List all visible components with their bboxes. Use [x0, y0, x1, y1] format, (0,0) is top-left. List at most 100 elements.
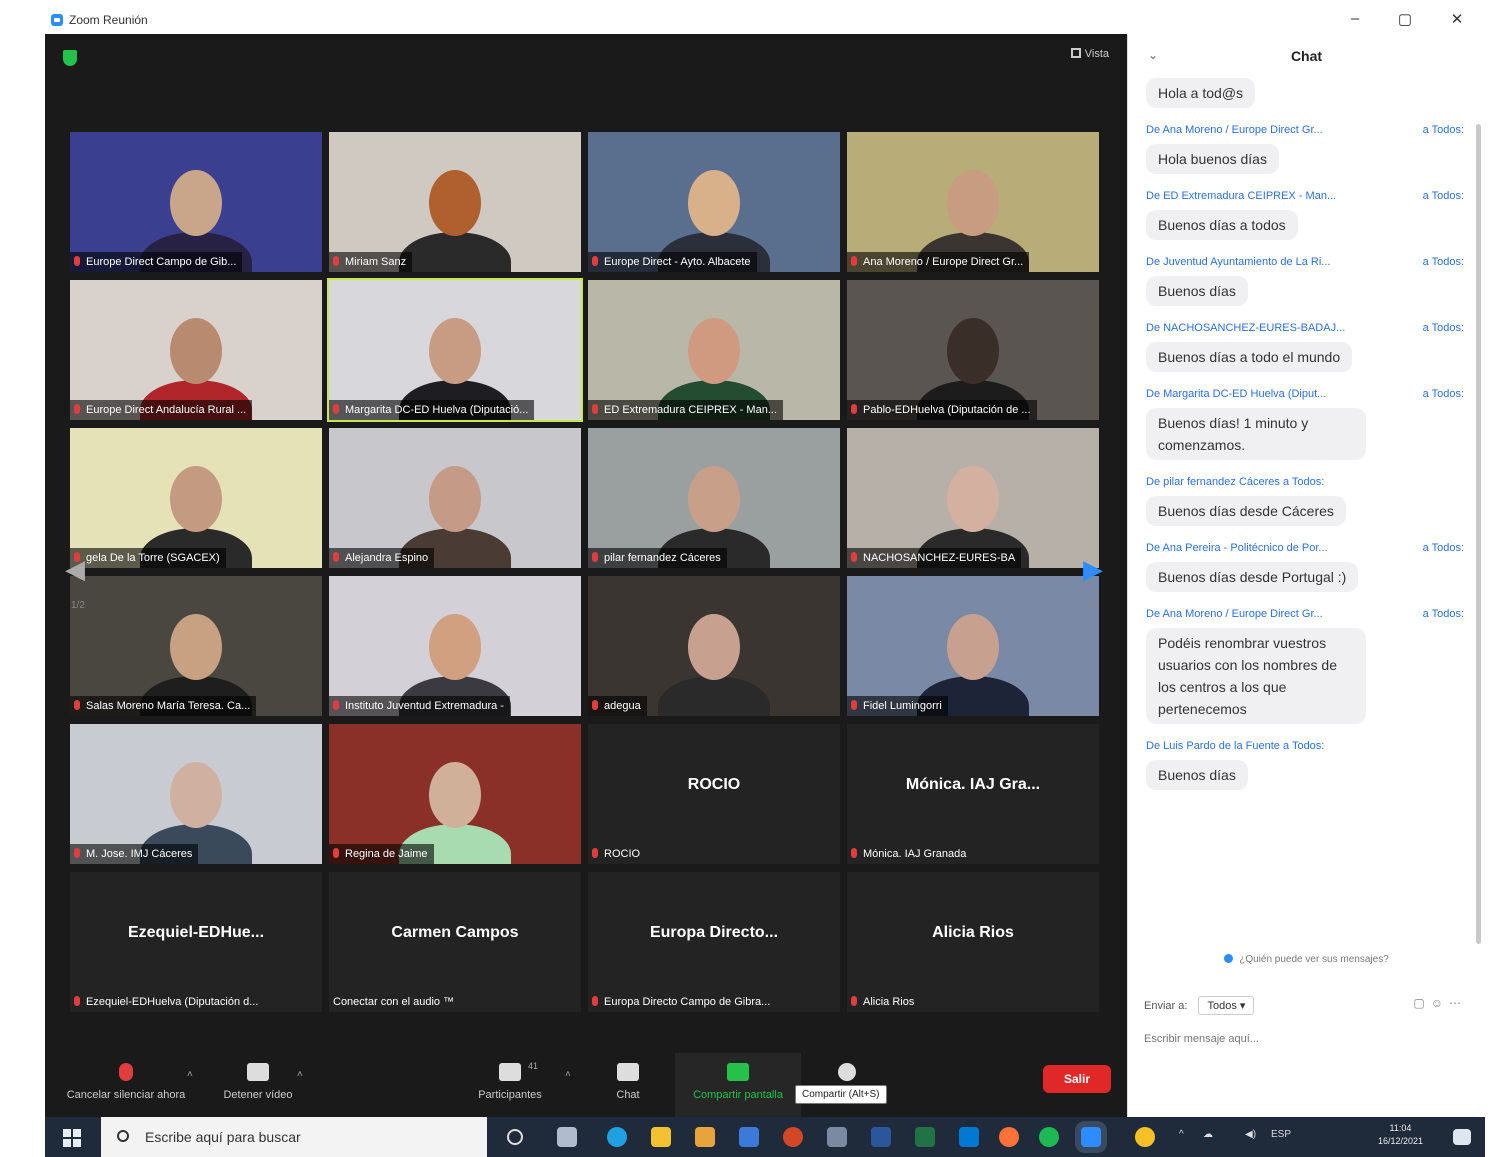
participant-tile[interactable]: Ana Moreno / Europe Direct Gr...: [847, 132, 1099, 272]
participant-tile[interactable]: Europe Direct Andalucía Rural ...: [70, 280, 322, 420]
file-explorer-icon[interactable]: [651, 1127, 671, 1147]
participant-video: [847, 280, 1099, 420]
chat-message-sender[interactable]: De Juventud Ayuntamiento de La Ri... a To…: [1146, 256, 1464, 268]
participant-tile[interactable]: Mónica. IAJ Gra... Mónica. IAJ Granada: [847, 724, 1099, 864]
security-shield-icon[interactable]: [63, 50, 77, 66]
participant-tile[interactable]: Europe Direct Campo de Gib...: [70, 132, 322, 272]
participant-tile[interactable]: Margarita DC-ED Huelva (Diputació...: [327, 278, 583, 422]
participant-tile[interactable]: ED Extremadura CEIPREX - Man...: [588, 280, 840, 420]
chat-message-sender[interactable]: De Luis Pardo de la Fuente a Todos:: [1146, 740, 1464, 752]
more-icon[interactable]: ⋯: [1449, 996, 1467, 1010]
participant-name: Ana Moreno / Europe Direct Gr...: [863, 256, 1024, 268]
participant-name: Fidel Lumingorri: [863, 700, 942, 712]
participant-tile[interactable]: Instituto Juventud Extremadura -: [329, 576, 581, 716]
participant-tile[interactable]: Carmen Campos Conectar con el audio ™: [329, 872, 581, 1012]
weather-icon[interactable]: [1135, 1127, 1155, 1147]
participant-tile[interactable]: M. Jose. IMJ Cáceres: [70, 724, 322, 864]
participant-tile[interactable]: Europa Directo... Europa Directo Campo de…: [588, 872, 840, 1012]
excel-icon[interactable]: [915, 1127, 935, 1147]
participant-tile[interactable]: NACHOSANCHEZ-EURES-BA: [847, 428, 1099, 568]
participant-tile[interactable]: Fidel Lumingorri: [847, 576, 1099, 716]
language-indicator[interactable]: ESP: [1271, 1129, 1291, 1140]
view-button[interactable]: Vista: [1070, 48, 1109, 60]
participant-name: Alejandra Espino: [345, 552, 429, 564]
chat-message-sender[interactable]: De ED Extremadura CEIPREX - Man... a Todo…: [1146, 190, 1464, 202]
participant-video: [588, 280, 840, 420]
chat-tools: ▢☺⋯: [1413, 996, 1467, 1010]
audio-options-caret-icon[interactable]: ˄: [187, 1069, 193, 1080]
video-options-caret-icon[interactable]: ˄: [297, 1069, 303, 1080]
meeting-toolbar: Cancelar silenciar ahora ˄ Detener vídeo…: [45, 1053, 1127, 1117]
next-page-arrow-icon[interactable]: ▶: [1083, 554, 1103, 585]
chat-message-sender[interactable]: De Ana Moreno / Europe Direct Gr... a Tod…: [1146, 124, 1464, 136]
participant-tile[interactable]: ROCIO ROCIO: [588, 724, 840, 864]
powerpoint-icon[interactable]: [783, 1127, 803, 1147]
chat-recipient: a Todos:: [1419, 388, 1464, 400]
chat-privacy-note[interactable]: ¿Quién puede ver sus mensajes?: [1128, 954, 1485, 965]
word-icon[interactable]: [871, 1127, 891, 1147]
participant-tile[interactable]: Regina de Jaime: [329, 724, 581, 864]
participant-name-bar: Ana Moreno / Europe Direct Gr...: [847, 252, 1030, 272]
edge-icon[interactable]: [607, 1127, 627, 1147]
participant-tile[interactable]: adegua: [588, 576, 840, 716]
firefox-icon[interactable]: [999, 1127, 1019, 1147]
outlook-icon[interactable]: [959, 1127, 979, 1147]
emoji-icon[interactable]: ☺: [1431, 996, 1449, 1010]
cortana-icon[interactable]: [507, 1129, 523, 1145]
chat-message-sender[interactable]: De pilar fernandez Cáceres a Todos:: [1146, 476, 1464, 488]
participant-display-name: Carmen Campos: [391, 924, 519, 941]
leave-button[interactable]: Salir: [1043, 1065, 1111, 1093]
network-icon[interactable]: ☁: [1203, 1129, 1213, 1140]
send-to-dropdown[interactable]: Todos ▾: [1198, 996, 1255, 1015]
grid-view-icon: [1070, 48, 1081, 58]
participant-tile[interactable]: Alejandra Espino: [329, 428, 581, 568]
unmute-button[interactable]: Cancelar silenciar ahora: [55, 1063, 197, 1101]
notifications-icon[interactable]: [1453, 1129, 1471, 1145]
task-view-icon[interactable]: [557, 1127, 577, 1147]
store-icon[interactable]: [739, 1127, 759, 1147]
chat-message-sender[interactable]: De Ana Pereira - Politécnico de Por... a …: [1146, 542, 1464, 554]
participant-tile[interactable]: Pablo-EDHuelva (Diputación de ...: [847, 280, 1099, 420]
volume-icon[interactable]: ◀): [1245, 1129, 1256, 1140]
window-title-bar: Zoom Reunión – ▢ ✕: [45, 8, 1490, 34]
maximize-button[interactable]: ▢: [1390, 10, 1420, 28]
participant-tile[interactable]: Europe Direct - Ayto. Albacete: [588, 132, 840, 272]
chat-button[interactable]: Chat: [601, 1063, 655, 1101]
tray-chevron-icon[interactable]: ^: [1179, 1129, 1184, 1140]
share-tooltip: Compartir (Alt+S): [795, 1085, 887, 1104]
participant-tile[interactable]: Ezequiel-EDHue... Ezequiel-EDHuelva (Dipu…: [70, 872, 322, 1012]
stop-video-button[interactable]: Detener vídeo: [213, 1063, 303, 1101]
send-to-row: Enviar a: Todos ▾: [1144, 996, 1255, 1015]
prev-page-arrow-icon[interactable]: ◀: [65, 554, 85, 585]
participant-name-bar: Europe Direct - Ayto. Albacete: [588, 252, 757, 272]
chat-scrollbar[interactable]: [1476, 124, 1481, 944]
file-icon[interactable]: ▢: [1413, 996, 1430, 1010]
chat-message-sender[interactable]: De NACHOSANCHEZ-EURES-BADAJ... a Todos:: [1146, 322, 1464, 334]
chat-recipient: a Todos:: [1419, 124, 1464, 136]
participants-caret-icon[interactable]: ˄: [565, 1069, 571, 1080]
taskbar-search-box[interactable]: Escribe aquí para buscar: [101, 1117, 487, 1157]
participant-tile[interactable]: Alicia Rios Alicia Rios: [847, 872, 1099, 1012]
app-icon[interactable]: [695, 1127, 715, 1147]
participant-tile[interactable]: Salas Moreno María Teresa. Ca...: [70, 576, 322, 716]
zoom-taskbar-icon[interactable]: [1081, 1127, 1101, 1147]
chat-message-list[interactable]: Hola a tod@s De Ana Moreno / Europe Direc…: [1146, 78, 1464, 948]
participant-display-name: ROCIO: [687, 776, 741, 793]
spotify-icon[interactable]: [1039, 1127, 1059, 1147]
paint-icon[interactable]: [827, 1127, 847, 1147]
participant-tile[interactable]: gela De la Torre (SGACEX): [70, 428, 322, 568]
participants-label: Participantes: [478, 1089, 542, 1101]
windows-start-icon[interactable]: [63, 1129, 81, 1147]
participant-name: adegua: [604, 700, 641, 712]
share-screen-button[interactable]: Compartir pantalla: [679, 1063, 797, 1101]
chat-message-sender[interactable]: De Margarita DC-ED Huelva (Diput... a Tod…: [1146, 388, 1464, 400]
participant-tile[interactable]: pilar fernandez Cáceres: [588, 428, 840, 568]
taskbar-clock[interactable]: 11:04 16/12/2021: [1378, 1122, 1423, 1148]
chat-message-input[interactable]: [1144, 1028, 1464, 1050]
participant-tile[interactable]: Miriam Sanz: [329, 132, 581, 272]
participants-button[interactable]: Participantes: [465, 1063, 555, 1101]
minimize-button[interactable]: –: [1340, 10, 1370, 27]
close-button[interactable]: ✕: [1442, 10, 1472, 28]
chat-message-sender[interactable]: De Ana Moreno / Europe Direct Gr... a Tod…: [1146, 608, 1464, 620]
chat-message-bubble: Buenos días a todos: [1146, 210, 1298, 240]
